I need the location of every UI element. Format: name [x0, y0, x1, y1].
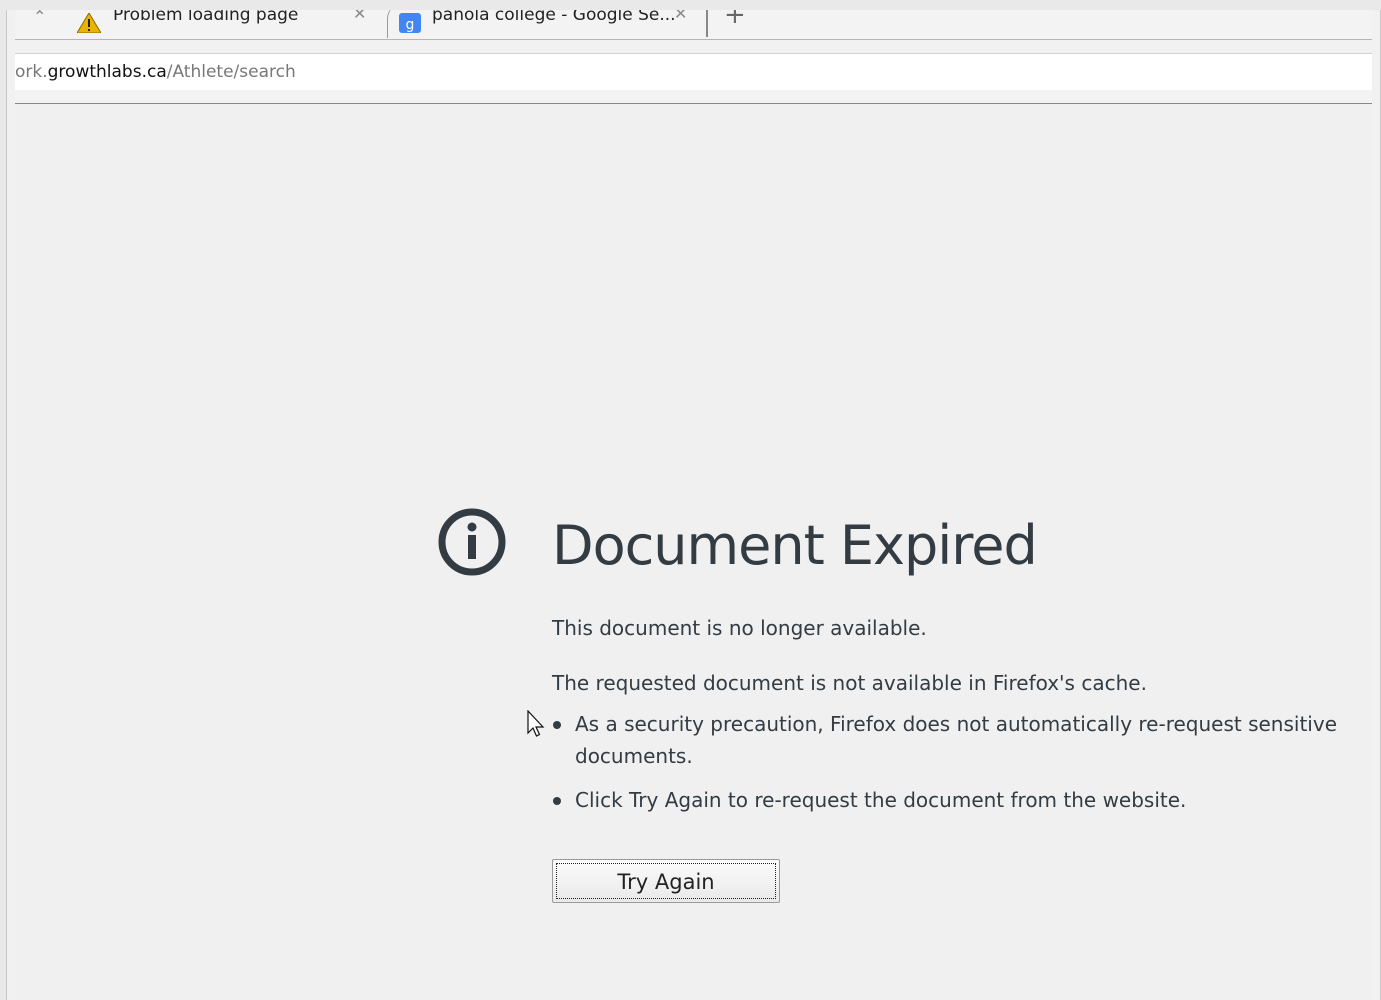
try-again-label: Try Again	[556, 863, 776, 899]
url-prefix: ork.	[15, 62, 48, 82]
bullet-text: Click Try Again to re-request the docume…	[575, 788, 1187, 812]
list-item: Click Try Again to re-request the docume…	[552, 784, 1352, 816]
bullet-text: As a security precaution, Firefox does n…	[575, 712, 1338, 768]
list-item: As a security precaution, Firefox does n…	[552, 708, 1352, 772]
tab-separator	[706, 10, 708, 37]
bullet-list: As a security precaution, Firefox does n…	[552, 708, 1352, 828]
google-icon: g	[399, 13, 421, 33]
bullet-dot	[553, 721, 561, 729]
info-icon	[438, 508, 506, 576]
new-tab-icon[interactable]: +	[724, 10, 746, 30]
tab-google-search[interactable]: g panola college - Google Se... ✕	[387, 10, 700, 38]
tab-label: panola college - Google Se...	[432, 10, 676, 25]
url-domain: growthlabs.ca	[47, 62, 167, 82]
tab-label: Problem loading page	[113, 10, 299, 25]
close-tab-icon[interactable]: ✕	[674, 10, 687, 23]
address-bar[interactable]: ork.growthlabs.ca/Athlete/search	[15, 53, 1372, 91]
svg-text:g: g	[406, 17, 415, 33]
try-again-button[interactable]: Try Again	[552, 859, 780, 903]
close-tab-icon[interactable]: ✕	[353, 10, 366, 23]
warning-icon	[77, 13, 101, 33]
page-title: Document Expired	[552, 514, 1038, 577]
long-description: The requested document is not available …	[552, 671, 1147, 695]
tab-problem-loading[interactable]: Problem loading page ✕	[55, 10, 375, 38]
bullet-dot	[553, 797, 561, 805]
browser-window: ⌃ Problem loading page ✕ g panola colleg…	[6, 10, 1381, 1000]
url-text[interactable]: ork.growthlabs.ca/Athlete/search	[15, 62, 296, 82]
mouse-cursor-icon	[527, 710, 545, 737]
tabs-scroll-left-icon[interactable]: ⌃	[33, 10, 46, 26]
tab-strip: ⌃ Problem loading page ✕ g panola colleg…	[15, 10, 1372, 40]
url-path: /Athlete/search	[166, 62, 296, 82]
toolbar-strip	[15, 90, 1372, 104]
error-page: Document Expired This document is no lon…	[15, 104, 1372, 1000]
short-description: This document is no longer available.	[552, 616, 927, 640]
